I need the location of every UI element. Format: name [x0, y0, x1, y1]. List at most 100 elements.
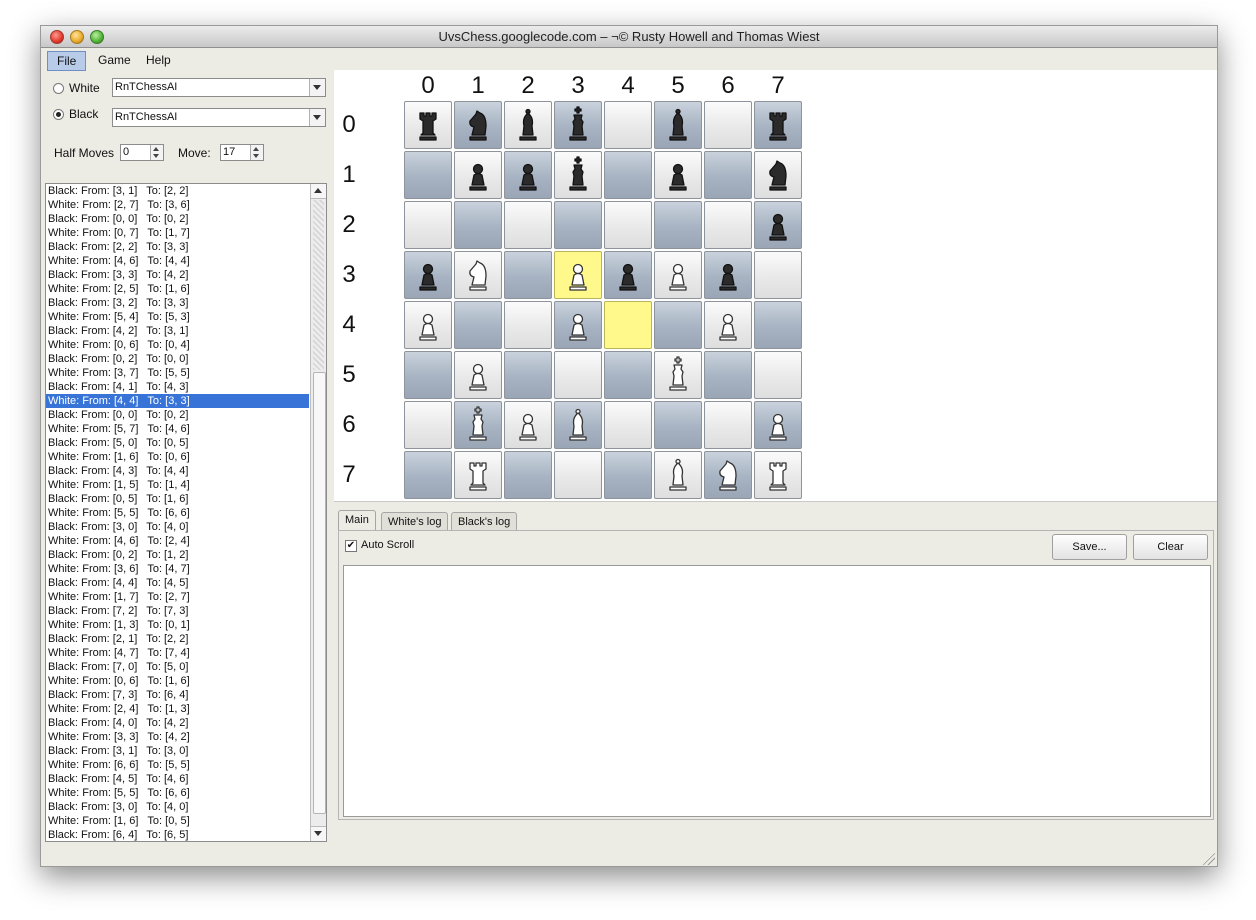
- move-list-item[interactable]: Black: From: [0, 2] To: [0, 0]: [46, 352, 326, 366]
- tab-whites-log[interactable]: White's log: [381, 512, 449, 531]
- scroll-thumb[interactable]: [313, 372, 326, 814]
- board-square[interactable]: [554, 201, 602, 249]
- move-list-item[interactable]: Black: From: [4, 4] To: [4, 5]: [46, 576, 326, 590]
- move-list-item[interactable]: Black: From: [7, 0] To: [5, 0]: [46, 660, 326, 674]
- move-history-list[interactable]: Black: From: [3, 1] To: [2, 2] White: Fro…: [45, 183, 327, 842]
- black-player-radio[interactable]: [53, 109, 64, 120]
- white-ai-select[interactable]: RnTChessAI: [112, 78, 326, 97]
- move-list-item[interactable]: White: From: [5, 5] To: [6, 6]: [46, 786, 326, 800]
- move-list-item[interactable]: Black: From: [6, 4] To: [6, 5]: [46, 828, 326, 841]
- menu-help[interactable]: Help: [137, 51, 180, 69]
- board-square[interactable]: [454, 101, 502, 149]
- move-list-item[interactable]: White: From: [4, 6] To: [2, 4]: [46, 534, 326, 548]
- board-square[interactable]: [554, 101, 602, 149]
- move-list-item[interactable]: White: From: [3, 6] To: [4, 7]: [46, 562, 326, 576]
- spinner-arrows-icon[interactable]: [250, 145, 263, 160]
- board-square[interactable]: [754, 351, 802, 399]
- move-list-item[interactable]: White: From: [1, 5] To: [1, 4]: [46, 478, 326, 492]
- move-list-item[interactable]: Black: From: [3, 2] To: [3, 3]: [46, 296, 326, 310]
- move-list-item[interactable]: White: From: [6, 6] To: [5, 5]: [46, 758, 326, 772]
- move-list-item[interactable]: White: From: [0, 6] To: [0, 4]: [46, 338, 326, 352]
- board-square[interactable]: [504, 351, 552, 399]
- scroll-up-icon[interactable]: [311, 184, 326, 199]
- move-list-item[interactable]: Black: From: [3, 3] To: [4, 2]: [46, 268, 326, 282]
- board-square[interactable]: [454, 451, 502, 499]
- board-square[interactable]: [754, 201, 802, 249]
- spinner-arrows-icon[interactable]: [150, 145, 163, 160]
- chevron-down-icon[interactable]: [309, 79, 325, 96]
- move-list-item[interactable]: White: From: [3, 3] To: [4, 2]: [46, 730, 326, 744]
- move-list-item[interactable]: Black: From: [4, 0] To: [4, 2]: [46, 716, 326, 730]
- board-square[interactable]: [704, 401, 752, 449]
- move-list-scrollbar[interactable]: [310, 184, 326, 841]
- board-square[interactable]: [504, 251, 552, 299]
- move-list-item[interactable]: Black: From: [7, 3] To: [6, 4]: [46, 688, 326, 702]
- move-list-item[interactable]: White: From: [1, 6] To: [0, 6]: [46, 450, 326, 464]
- board-square[interactable]: [404, 451, 452, 499]
- board-square[interactable]: [404, 251, 452, 299]
- move-list-item[interactable]: Black: From: [2, 2] To: [3, 3]: [46, 240, 326, 254]
- board-square[interactable]: [604, 401, 652, 449]
- move-list-item[interactable]: White: From: [4, 6] To: [4, 4]: [46, 254, 326, 268]
- board-square[interactable]: [454, 251, 502, 299]
- move-list-item[interactable]: Black: From: [0, 5] To: [1, 6]: [46, 492, 326, 506]
- board-square[interactable]: [704, 151, 752, 199]
- board-square[interactable]: [654, 351, 702, 399]
- move-list-item[interactable]: White: From: [2, 4] To: [1, 3]: [46, 702, 326, 716]
- move-list-item[interactable]: Black: From: [4, 2] To: [3, 1]: [46, 324, 326, 338]
- board-square[interactable]: [454, 151, 502, 199]
- move-list-item[interactable]: White: From: [5, 4] To: [5, 3]: [46, 310, 326, 324]
- board-square[interactable]: [604, 151, 652, 199]
- scroll-down-icon[interactable]: [311, 826, 326, 841]
- chevron-down-icon[interactable]: [309, 109, 325, 126]
- move-list-item[interactable]: White: From: [5, 7] To: [4, 6]: [46, 422, 326, 436]
- move-list-item[interactable]: White: From: [1, 6] To: [0, 5]: [46, 814, 326, 828]
- board-square[interactable]: [754, 401, 802, 449]
- clear-button[interactable]: Clear: [1133, 534, 1208, 560]
- move-list-item[interactable]: White: From: [5, 5] To: [6, 6]: [46, 506, 326, 520]
- move-list-item[interactable]: Black: From: [0, 0] To: [0, 2]: [46, 408, 326, 422]
- board-square[interactable]: [704, 301, 752, 349]
- board-square[interactable]: [504, 101, 552, 149]
- board-square[interactable]: [554, 451, 602, 499]
- black-ai-select[interactable]: RnTChessAI: [112, 108, 326, 127]
- move-list-item[interactable]: Black: From: [0, 2] To: [1, 2]: [46, 548, 326, 562]
- board-square[interactable]: [404, 101, 452, 149]
- move-list-item[interactable]: White: From: [2, 5] To: [1, 6]: [46, 282, 326, 296]
- move-list-item[interactable]: White: From: [3, 7] To: [5, 5]: [46, 366, 326, 380]
- board-square[interactable]: [554, 301, 602, 349]
- board-square[interactable]: [704, 251, 752, 299]
- board-square[interactable]: [504, 201, 552, 249]
- board-square[interactable]: [554, 151, 602, 199]
- board-square[interactable]: [404, 351, 452, 399]
- move-list-item[interactable]: Black: From: [5, 0] To: [0, 5]: [46, 436, 326, 450]
- board-square[interactable]: [404, 301, 452, 349]
- move-list-item[interactable]: White: From: [0, 7] To: [1, 7]: [46, 226, 326, 240]
- board-square[interactable]: [704, 451, 752, 499]
- move-list-item[interactable]: Black: From: [4, 3] To: [4, 4]: [46, 464, 326, 478]
- board-square[interactable]: [704, 101, 752, 149]
- board-square[interactable]: [704, 201, 752, 249]
- log-text-area[interactable]: [343, 565, 1211, 817]
- move-list-item[interactable]: Black: From: [3, 0] To: [4, 0]: [46, 520, 326, 534]
- board-square[interactable]: [654, 251, 702, 299]
- move-spinner[interactable]: 17: [220, 144, 264, 161]
- white-player-radio[interactable]: [53, 83, 64, 94]
- move-list-item[interactable]: Black: From: [4, 1] To: [4, 3]: [46, 380, 326, 394]
- move-list-item[interactable]: White: From: [2, 7] To: [3, 6]: [46, 198, 326, 212]
- board-square[interactable]: [604, 451, 652, 499]
- move-list-item[interactable]: Black: From: [3, 1] To: [3, 0]: [46, 744, 326, 758]
- move-list-item[interactable]: Black: From: [2, 1] To: [2, 2]: [46, 632, 326, 646]
- board-square[interactable]: [554, 251, 602, 299]
- board-square[interactable]: [554, 401, 602, 449]
- move-list-item[interactable]: Black: From: [3, 1] To: [2, 2]: [46, 184, 326, 198]
- board-square[interactable]: [754, 451, 802, 499]
- move-list-item[interactable]: Black: From: [7, 2] To: [7, 3]: [46, 604, 326, 618]
- tab-blacks-log[interactable]: Black's log: [451, 512, 518, 531]
- board-square[interactable]: [604, 351, 652, 399]
- move-list-item[interactable]: White: From: [4, 4] To: [3, 3]: [46, 394, 309, 408]
- scroll-track[interactable]: [313, 200, 324, 370]
- board-square[interactable]: [554, 351, 602, 399]
- board-square[interactable]: [654, 101, 702, 149]
- board-square[interactable]: [754, 251, 802, 299]
